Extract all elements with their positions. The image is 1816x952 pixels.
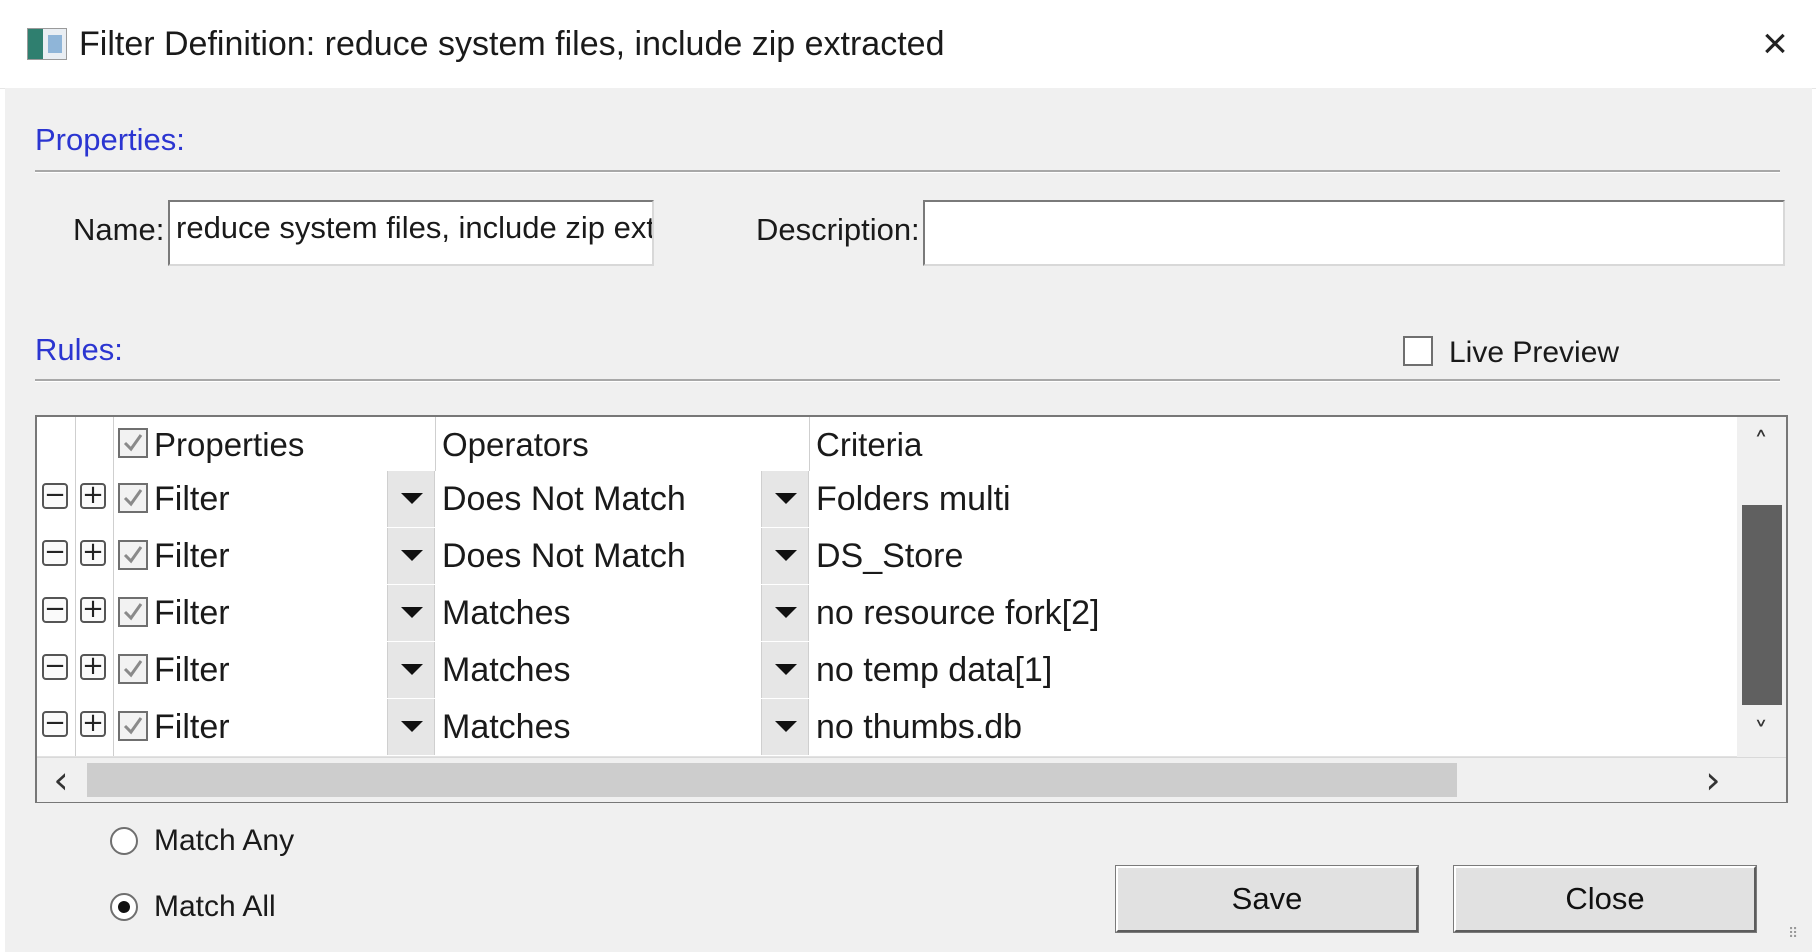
description-field[interactable] [923, 200, 1785, 266]
window-title: Filter Definition: reduce system files, … [79, 25, 945, 63]
live-preview-checkbox[interactable] [1403, 336, 1433, 366]
operator-dropdown-button[interactable] [761, 642, 809, 698]
rule-operator[interactable]: Does Not Match [442, 534, 686, 578]
rule-operator[interactable]: Matches [442, 648, 571, 692]
horizontal-scrollbar[interactable]: ‹ › [37, 757, 1786, 802]
rule-property[interactable]: Filter [154, 534, 230, 578]
scroll-left-arrow[interactable]: ‹ [41, 760, 81, 800]
horizontal-scroll-thumb[interactable] [87, 763, 1457, 797]
rule-row: − + Filter Matches no thumbs.db [37, 699, 1737, 757]
rule-operator[interactable]: Matches [442, 591, 571, 635]
rule-criteria[interactable]: no resource fork[2] [816, 591, 1099, 635]
app-icon [27, 28, 67, 60]
name-label: Name: [73, 212, 165, 247]
match-all-label: Match All [154, 890, 276, 923]
column-header-criteria[interactable]: Criteria [816, 425, 922, 465]
select-all-checkbox[interactable] [118, 428, 148, 458]
rule-property[interactable]: Filter [154, 705, 230, 749]
match-any-radio[interactable] [110, 827, 138, 855]
operator-dropdown-button[interactable] [761, 585, 809, 641]
scroll-up-arrow[interactable]: ˄ [1741, 423, 1781, 463]
add-rule-button[interactable]: + [80, 539, 106, 566]
properties-section-title: Properties: [35, 122, 185, 157]
match-all-radio[interactable] [110, 893, 138, 921]
save-button[interactable]: Save [1115, 865, 1419, 933]
rule-operator[interactable]: Matches [442, 705, 571, 749]
scroll-down-arrow[interactable]: ˅ [1741, 713, 1781, 753]
property-dropdown-button[interactable] [387, 528, 435, 584]
rule-property[interactable]: Filter [154, 591, 230, 635]
live-preview-label: Live Preview [1449, 336, 1620, 369]
property-dropdown-button[interactable] [387, 642, 435, 698]
description-label: Description: [756, 212, 920, 247]
remove-rule-button[interactable]: − [42, 596, 68, 623]
add-rule-button[interactable]: + [80, 596, 106, 623]
property-dropdown-button[interactable] [387, 699, 435, 755]
remove-rule-button[interactable]: − [42, 710, 68, 737]
rule-row: − + Filter Matches no temp data[1] [37, 642, 1737, 700]
vertical-scroll-thumb[interactable] [1742, 505, 1782, 705]
column-header-properties[interactable]: Properties [154, 425, 304, 465]
rule-enabled-checkbox[interactable] [118, 711, 148, 741]
properties-separator [35, 170, 1780, 173]
rules-section-title: Rules: [35, 332, 123, 367]
vertical-scrollbar[interactable]: ˄ ˅ [1737, 417, 1786, 757]
property-dropdown-button[interactable] [387, 471, 435, 527]
rule-property[interactable]: Filter [154, 648, 230, 692]
remove-rule-button[interactable]: − [42, 653, 68, 680]
rule-criteria[interactable]: no thumbs.db [816, 705, 1022, 749]
operator-dropdown-button[interactable] [761, 528, 809, 584]
close-window-button[interactable]: × [1745, 16, 1805, 72]
resize-grip[interactable]: ⠿ [1788, 926, 1812, 950]
operator-dropdown-button[interactable] [761, 699, 809, 755]
rule-criteria[interactable]: DS_Store [816, 534, 963, 578]
rules-grid: Properties Operators Criteria − + Filter Do… [35, 415, 1788, 803]
grid-header: Properties Operators Criteria [37, 417, 1737, 472]
check-icon [123, 660, 143, 678]
rule-enabled-checkbox[interactable] [118, 597, 148, 627]
title-bar: Filter Definition: reduce system files, … [0, 0, 1816, 89]
rule-enabled-checkbox[interactable] [118, 483, 148, 513]
rule-criteria[interactable]: no temp data[1] [816, 648, 1052, 692]
rule-row: − + Filter Does Not Match Folders multi [37, 471, 1737, 529]
operator-dropdown-button[interactable] [761, 471, 809, 527]
remove-rule-button[interactable]: − [42, 482, 68, 509]
match-any-label: Match Any [154, 824, 295, 857]
add-rule-button[interactable]: + [80, 653, 106, 680]
column-header-operators[interactable]: Operators [442, 425, 589, 465]
check-icon [123, 546, 143, 564]
rule-operator[interactable]: Does Not Match [442, 477, 686, 521]
remove-rule-button[interactable]: − [42, 539, 68, 566]
property-dropdown-button[interactable] [387, 585, 435, 641]
rule-row: − + Filter Matches no resource fork[2] [37, 585, 1737, 643]
check-icon [123, 489, 143, 507]
close-button[interactable]: Close [1453, 865, 1757, 933]
add-rule-button[interactable]: + [80, 482, 106, 509]
rules-separator [35, 379, 1780, 382]
name-field[interactable]: reduce system files, include zip extra [168, 200, 654, 266]
rule-row: − + Filter Does Not Match DS_Store [37, 528, 1737, 586]
check-icon [123, 603, 143, 621]
add-rule-button[interactable]: + [80, 710, 106, 737]
rule-enabled-checkbox[interactable] [118, 654, 148, 684]
rule-property[interactable]: Filter [154, 477, 230, 521]
rule-enabled-checkbox[interactable] [118, 540, 148, 570]
scroll-right-arrow[interactable]: › [1693, 760, 1733, 800]
rule-criteria[interactable]: Folders multi [816, 477, 1011, 521]
check-icon [123, 717, 143, 735]
